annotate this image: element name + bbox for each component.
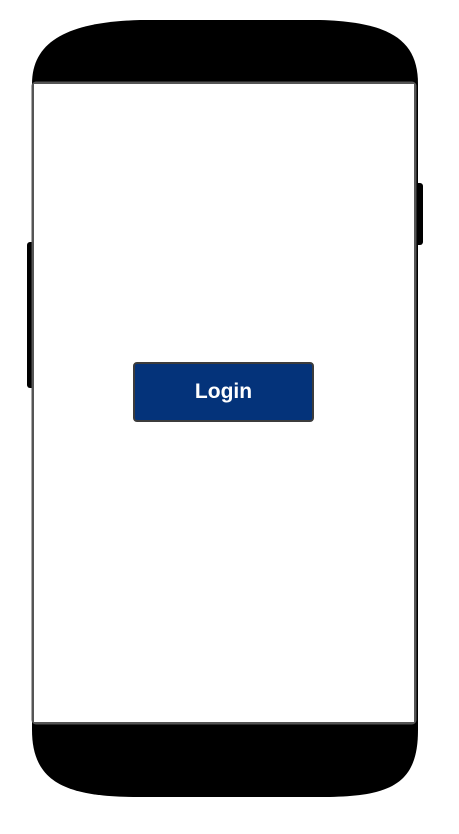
app-screen: Login bbox=[34, 84, 414, 722]
login-button[interactable]: Login bbox=[133, 362, 314, 422]
device-mockup: Login bbox=[0, 0, 459, 834]
